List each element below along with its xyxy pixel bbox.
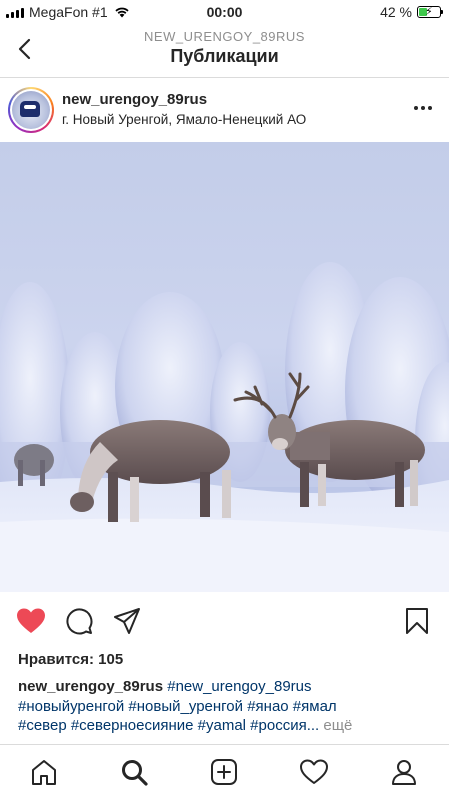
more-horizontal-icon [414, 106, 418, 110]
battery-percent: 42 % [380, 4, 412, 20]
tab-bar [0, 744, 449, 800]
heart-filled-icon [17, 608, 45, 633]
post-caption: new_urengoy_89rus #new_urengoy_89rus #но… [18, 677, 438, 736]
caption-tag[interactable]: #new_urengoy_89rus [167, 678, 311, 695]
bookmark-icon [406, 608, 428, 634]
likes-count[interactable]: Нравится: 105 [18, 651, 123, 668]
caption-tags-line2[interactable]: #новыйуренгой #новый_уренгой #янао #ямал [18, 698, 337, 715]
caption-author[interactable]: new_urengoy_89rus [18, 678, 163, 695]
like-button[interactable] [14, 604, 48, 638]
post-header: new_urengoy_89rus г. Новый Уренгой, Ямал… [0, 78, 449, 142]
send-icon [114, 608, 140, 634]
profile-icon [392, 760, 416, 785]
tab-profile[interactable] [387, 755, 421, 789]
save-button[interactable] [400, 604, 434, 638]
tab-home[interactable] [27, 755, 61, 789]
post-image[interactable] [0, 142, 449, 592]
caption-tags-line3[interactable]: #север #северноесияние #yamal #россия... [18, 717, 319, 734]
search-icon [122, 760, 148, 786]
page-title: Публикации [170, 46, 279, 66]
tab-activity[interactable] [297, 755, 331, 789]
heart-outline-icon [300, 759, 328, 784]
post-username[interactable]: new_urengoy_89rus [62, 91, 207, 108]
tab-new-post[interactable] [207, 755, 241, 789]
bolt-icon: ⚡ [425, 6, 433, 18]
more-options-button[interactable] [411, 98, 435, 118]
caption-more-link[interactable]: ещё [323, 717, 352, 734]
status-right: 42 % ⚡ [380, 4, 443, 20]
avatar[interactable] [8, 87, 54, 133]
nav-subtitle: NEW_URENGOY_89RUS [144, 29, 305, 44]
add-square-icon [211, 759, 237, 785]
share-button[interactable] [110, 604, 144, 638]
home-icon [32, 760, 56, 785]
avatar-image [12, 91, 50, 129]
status-bar: MegaFon #1 00:00 42 % ⚡ [0, 0, 449, 24]
battery-icon: ⚡ [417, 6, 443, 18]
nav-header: NEW_URENGOY_89RUS Публикации [0, 24, 449, 78]
action-bar [0, 600, 449, 644]
comment-icon [66, 608, 93, 635]
reindeer-photo [0, 142, 449, 592]
tab-search[interactable] [117, 755, 151, 789]
comment-button[interactable] [62, 604, 96, 638]
post-location[interactable]: г. Новый Уренгой, Ямало-Ненецкий АО [62, 112, 306, 127]
